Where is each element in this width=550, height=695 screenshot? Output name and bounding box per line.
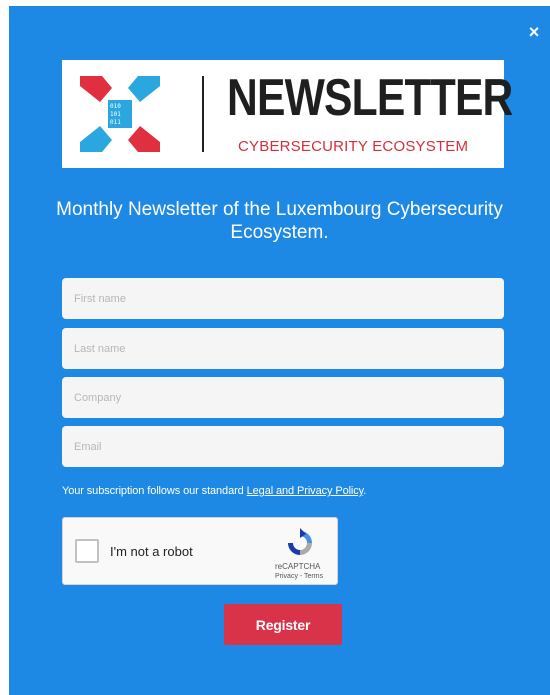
privacy-policy-link[interactable]: Legal and Privacy Policy <box>247 485 364 497</box>
company-field[interactable] <box>62 377 504 418</box>
register-button[interactable]: Register <box>224 604 342 645</box>
recaptcha-checkbox[interactable] <box>75 539 99 563</box>
privacy-notice: Your subscription follows our standard L… <box>62 485 366 497</box>
newsletter-modal: × 010 101 011 NEWSLETTER CYBERSECURITY E… <box>9 6 550 695</box>
recaptcha-icon <box>288 528 312 555</box>
close-icon[interactable]: × <box>526 23 542 41</box>
last-name-field[interactable] <box>62 328 504 369</box>
cybersecurity-x-logo-icon: 010 101 011 <box>80 76 160 152</box>
email-field[interactable] <box>62 426 504 467</box>
banner-subtitle: CYBERSECURITY ECOSYSTEM <box>238 138 469 155</box>
recaptcha-links[interactable]: Privacy - Terms <box>275 573 323 580</box>
recaptcha-brand: reCAPTCHA <box>275 562 321 571</box>
recaptcha-label: I'm not a robot <box>110 544 193 559</box>
banner-title: NEWSLETTER <box>227 69 513 127</box>
privacy-notice-suffix: . <box>363 485 367 497</box>
svg-text:011: 011 <box>110 119 121 126</box>
privacy-notice-text: Your subscription follows our standard <box>62 485 247 497</box>
recaptcha-widget: I'm not a robot reCAPTCHA Privacy - Term… <box>62 517 338 585</box>
banner-divider <box>202 76 204 152</box>
newsletter-banner: 010 101 011 NEWSLETTER CYBERSECURITY ECO… <box>62 60 513 168</box>
svg-text:101: 101 <box>110 111 121 118</box>
first-name-field[interactable] <box>62 278 504 319</box>
newsletter-headline: Monthly Newsletter of the Luxembourg Cyb… <box>56 199 503 243</box>
svg-text:010: 010 <box>110 103 121 110</box>
